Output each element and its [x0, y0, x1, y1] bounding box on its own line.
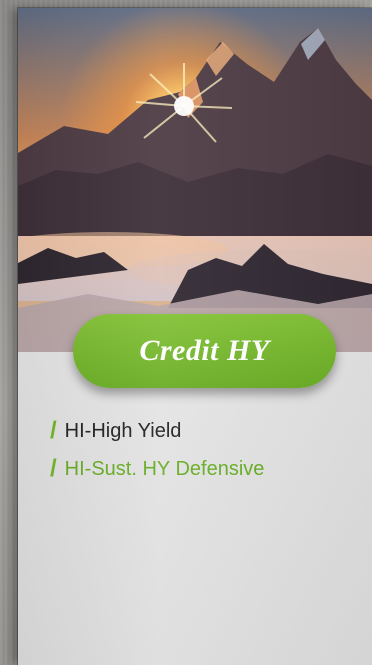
mountain-sunrise-image — [18, 8, 372, 352]
fund-category-card[interactable]: Credit HY / HI-High Yield / HI-Sust. HY … — [18, 8, 372, 665]
category-title-pill[interactable]: Credit HY — [73, 314, 336, 388]
fund-list: / HI-High Yield / HI-Sust. HY Defensive — [50, 412, 264, 488]
list-item-label: HI-High Yield — [64, 419, 182, 442]
list-item-high-yield[interactable]: / HI-High Yield — [50, 412, 264, 450]
category-title: Credit HY — [139, 334, 270, 367]
list-item-sust-hy-defensive[interactable]: / HI-Sust. HY Defensive — [50, 450, 264, 488]
slash-icon: / — [50, 417, 57, 444]
slash-icon: / — [50, 455, 57, 482]
list-item-label: HI-Sust. HY Defensive — [64, 457, 265, 480]
